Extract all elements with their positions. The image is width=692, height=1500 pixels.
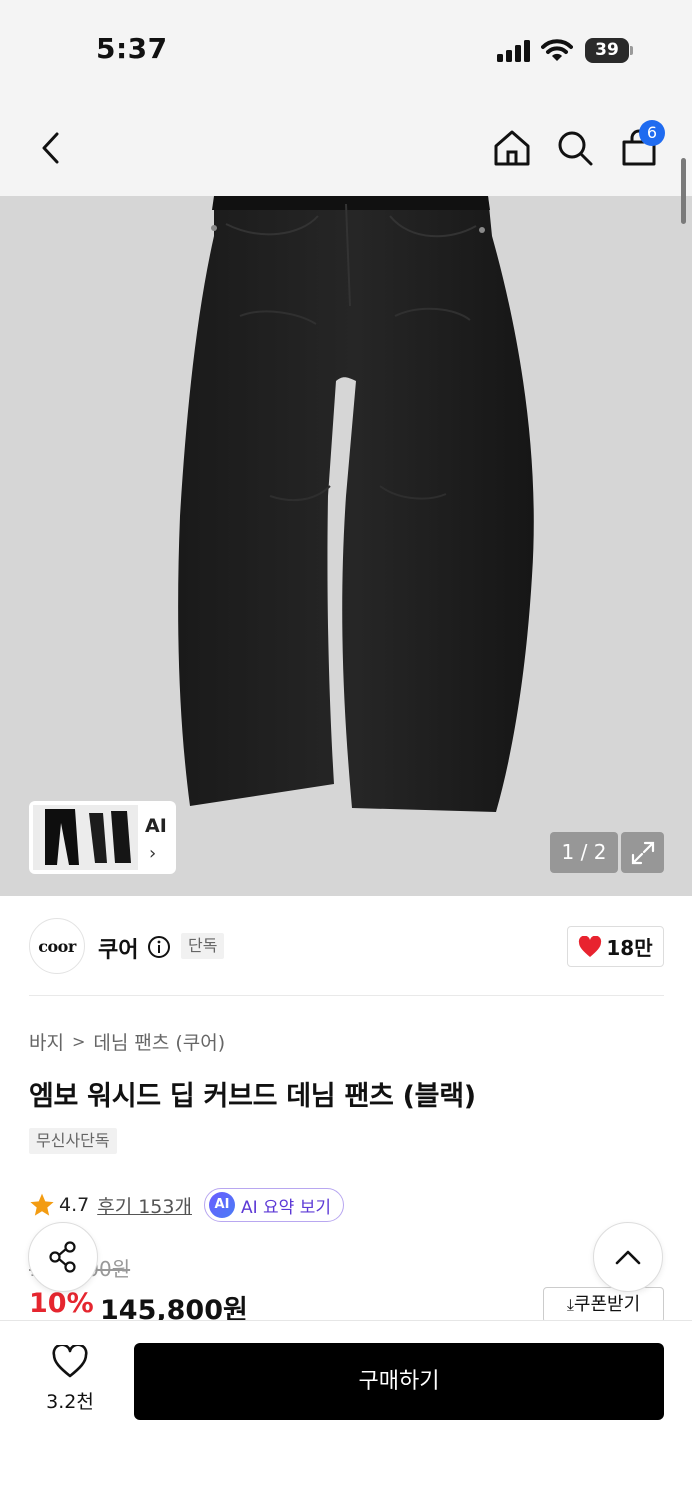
fullscreen-button[interactable] <box>621 832 664 873</box>
rating-row: 4.7 후기 153개 AI AI 요약 보기 <box>29 1188 344 1222</box>
ai-summary-label: AI 요약 보기 <box>240 1197 331 1218</box>
download-icon: ⤓ <box>566 1295 574 1314</box>
page-scrollbar[interactable] <box>681 158 686 224</box>
scroll-to-top-button[interactable] <box>593 1222 663 1292</box>
chevron-left-icon <box>42 132 59 164</box>
image-pager: 1 / 2 <box>550 832 618 873</box>
ai-label: AI <box>145 815 167 837</box>
brand-logo[interactable]: coor <box>29 918 85 974</box>
ai-similar-items-card[interactable]: AI › <box>29 801 176 874</box>
brand-name[interactable]: 쿠어 <box>98 932 138 964</box>
battery-level: 39 <box>585 38 629 63</box>
cart-count-badge: 6 <box>639 120 665 146</box>
reviews-link[interactable]: 후기 153개 <box>97 1192 192 1219</box>
brand-like-button[interactable]: 18만 <box>567 926 664 967</box>
breadcrumb-separator: > <box>71 1032 86 1051</box>
expand-icon <box>631 841 654 864</box>
similar-items-thumbnails <box>33 805 138 870</box>
discount-rate: 10% <box>29 1288 94 1319</box>
top-nav-bar: 6 <box>0 100 692 196</box>
home-button[interactable] <box>488 124 536 172</box>
cellular-signal-icon <box>497 40 530 62</box>
home-icon <box>494 130 530 166</box>
cart-button[interactable]: 6 <box>615 120 665 172</box>
breadcrumb-item-subcategory[interactable]: 데님 팬츠 (쿠어) <box>93 1028 225 1055</box>
rating-score: 4.7 <box>59 1194 90 1216</box>
product-photo-pants <box>178 196 534 812</box>
musinsa-exclusive-badge: 무신사단독 <box>29 1128 117 1154</box>
chevron-up-icon <box>615 1250 641 1265</box>
wishlist-button[interactable]: 3.2천 <box>30 1343 110 1414</box>
coupon-button[interactable]: ⤓쿠폰받기 <box>543 1287 664 1323</box>
star-icon <box>30 1193 54 1216</box>
info-icon[interactable] <box>147 935 171 959</box>
product-title: 엠보 워시드 딥 커브드 데님 팬츠 (블랙) <box>29 1081 476 1112</box>
share-button[interactable] <box>28 1222 98 1292</box>
brand-like-count: 18만 <box>606 936 653 960</box>
bottom-action-bar: 3.2천 구매하기 <box>0 1320 692 1500</box>
chevron-right-icon: › <box>149 843 157 864</box>
search-button[interactable] <box>551 124 599 172</box>
breadcrumb-item-category[interactable]: 바지 <box>29 1028 64 1055</box>
heart-outline-icon <box>52 1343 88 1378</box>
clock: 5:37 <box>96 32 168 65</box>
wifi-icon <box>541 39 573 61</box>
ai-summary-button[interactable]: AI AI 요약 보기 <box>203 1188 344 1222</box>
buy-button[interactable]: 구매하기 <box>134 1343 664 1420</box>
share-icon <box>49 1241 76 1273</box>
divider <box>29 995 664 996</box>
back-button[interactable] <box>26 124 74 172</box>
battery-icon: 39 <box>585 38 633 63</box>
ai-badge-icon: AI <box>208 1192 235 1218</box>
wishlist-count: 3.2천 <box>46 1391 94 1413</box>
search-icon <box>558 131 593 166</box>
breadcrumb: 바지 > 데님 팬츠 (쿠어) <box>29 1028 225 1055</box>
status-bar: 5:37 39 <box>0 0 692 100</box>
exclusive-tag: 단독 <box>181 933 225 959</box>
coupon-label: 쿠폰받기 <box>573 1294 641 1315</box>
heart-filled-icon <box>579 935 602 957</box>
product-image-gallery[interactable]: AI › 1 / 2 <box>0 196 692 896</box>
